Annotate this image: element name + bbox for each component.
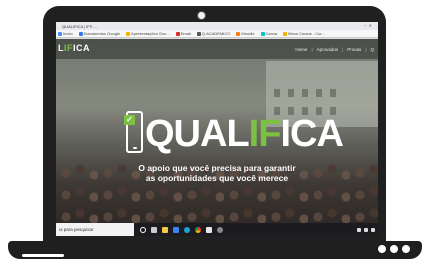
volume-icon[interactable] [364, 227, 368, 232]
laptop-lid: QUALIFICA | IFF-... ⋯ ✕ Início Documentos… [43, 6, 386, 244]
system-tray [357, 227, 375, 232]
taskbar-search-input[interactable]: ui para pesquisar [56, 223, 134, 236]
bookmark-label: Início [63, 31, 73, 36]
bookmark-label: Apresentações Goo... [131, 31, 170, 36]
bookmark-icon [196, 31, 201, 36]
webcam-icon [197, 11, 206, 20]
bookmark-item[interactable]: Email [175, 31, 191, 36]
bookmark-icon [58, 31, 62, 36]
bookmark-item[interactable]: Canva [260, 31, 278, 36]
bookmark-item[interactable]: Q-ACADEMICO [196, 31, 231, 36]
bookmark-item[interactable]: Moodle [236, 31, 255, 36]
phone-icon: ✓ [124, 111, 143, 153]
bookmark-label: Email [180, 31, 191, 36]
mail-icon[interactable] [206, 226, 212, 233]
laptop-base [8, 241, 422, 259]
laptop-screen: QUALIFICA | IFF-... ⋯ ✕ Início Documentos… [56, 22, 378, 236]
qualifica-logo: QUALIFICA [145, 113, 344, 155]
bookmark-label: Moodle [241, 31, 255, 36]
edge-icon[interactable] [184, 226, 190, 233]
bookmark-label: Documentos Google [83, 31, 121, 36]
bookmark-label: Q-ACADEMICO [201, 31, 231, 36]
nav-home[interactable]: Home [295, 47, 307, 52]
bookmark-item[interactable]: Meus Cursos - Cur... [283, 31, 325, 36]
site-nav: Home | Aprovados | Provas | Q [295, 47, 374, 52]
chrome-icon[interactable] [195, 226, 201, 233]
start-icon[interactable] [140, 226, 146, 233]
taskbar-apps [140, 226, 223, 233]
notification-icon[interactable] [371, 227, 375, 232]
bookmark-icon [236, 31, 241, 36]
bookmark-item[interactable]: Documentos Google [78, 31, 121, 36]
browser-titlebar: QUALIFICA | IFF-... ⋯ ✕ [56, 22, 378, 30]
task-view-icon[interactable] [151, 226, 157, 233]
hero-tagline: O apoio que você precisa para garantir a… [138, 163, 296, 183]
nav-provas[interactable]: Provas [347, 47, 361, 52]
bookmark-icon [126, 31, 131, 36]
network-icon[interactable] [357, 227, 361, 232]
browser-tab[interactable]: QUALIFICA | IFF-... [62, 24, 97, 29]
nav-aprovados[interactable]: Aprovados [317, 47, 339, 52]
bookmark-icon [175, 31, 180, 36]
bookmark-icon [260, 31, 265, 36]
bookmark-item[interactable]: Início [58, 31, 73, 36]
website: LIFICA Home | Aprovados | Provas | Q ✓ Q… [56, 39, 378, 233]
bookmark-icon [283, 31, 288, 36]
bookmarks-bar: Início Documentos Google Apresentações Goo… [56, 30, 378, 38]
nav-more[interactable]: Q [370, 47, 374, 52]
store-icon[interactable] [173, 226, 179, 233]
bookmark-icon [78, 31, 83, 36]
bookmark-label: Meus Cursos - Cur... [288, 31, 325, 36]
window-controls-icon[interactable]: ⋯ ✕ [364, 23, 372, 28]
touchpad-line [22, 254, 64, 257]
bookmark-label: Canva [265, 31, 278, 36]
settings-icon[interactable] [217, 226, 223, 233]
check-icon: ✓ [124, 115, 135, 125]
site-navbar: LIFICA Home | Aprovados | Provas | Q [56, 39, 378, 59]
file-explorer-icon[interactable] [162, 226, 168, 233]
windows-taskbar: ui para pesquisar [56, 223, 378, 236]
more-dots-icon [378, 245, 410, 253]
bookmark-item[interactable]: Apresentações Goo... [126, 31, 170, 36]
site-logo[interactable]: LIFICA [58, 43, 90, 53]
